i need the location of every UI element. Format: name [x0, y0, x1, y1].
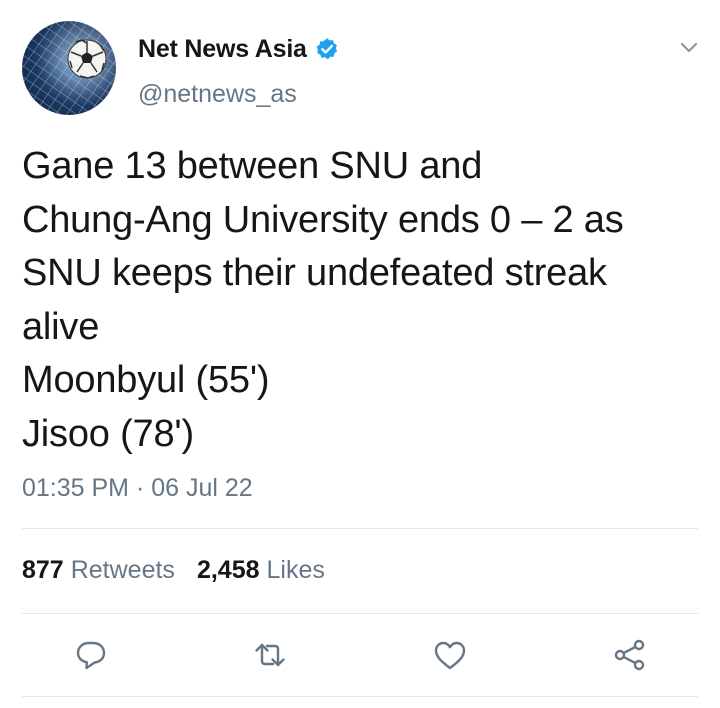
retweets-count: 877	[22, 556, 64, 584]
action-bar	[0, 630, 720, 680]
tweet-text-line: Jisoo (78')	[22, 412, 194, 455]
retweets-label: Retweets	[70, 556, 175, 584]
share-icon[interactable]	[612, 637, 648, 673]
divider	[22, 528, 698, 529]
likes-stat[interactable]: 2,458 Likes	[197, 556, 325, 585]
avatar[interactable]	[22, 21, 116, 115]
reply-icon[interactable]	[73, 637, 109, 673]
tweet-text: Gane 13 between SNU and Chung-Ang Univer…	[22, 140, 702, 461]
chevron-down-icon[interactable]	[676, 34, 702, 60]
likes-label: Likes	[266, 556, 325, 584]
tweet-card: Net News Asia @netnews_as Gane 13 betwee…	[0, 0, 720, 708]
soccer-ball-net-avatar-icon	[22, 21, 116, 115]
tweet-text-line: Gane 13 between SNU and	[22, 145, 483, 187]
author-display-name[interactable]: Net News Asia	[138, 35, 307, 64]
heart-icon[interactable]	[432, 637, 468, 673]
divider	[22, 696, 698, 697]
retweet-icon[interactable]	[252, 637, 288, 673]
tweet-timestamp[interactable]: 01:35 PM · 06 Jul 22	[22, 474, 253, 503]
tweet-text-line: Chung-Ang University ends 0 – 2 as	[22, 198, 624, 241]
engagement-stats: 877 Retweets 2,458 Likes	[22, 556, 347, 585]
author-name-row: Net News Asia	[138, 33, 339, 65]
likes-count: 2,458	[196, 556, 260, 584]
retweets-stat[interactable]: 877 Retweets	[22, 556, 175, 585]
divider	[22, 613, 698, 614]
tweet-text-line: SNU keeps their undefeated streak	[22, 252, 607, 294]
author-handle[interactable]: @netnews_as	[138, 80, 297, 109]
verified-badge-icon	[315, 37, 339, 61]
tweet-text-line: Moonbyul (55')	[22, 359, 270, 401]
tweet-text-line: alive	[22, 305, 100, 348]
